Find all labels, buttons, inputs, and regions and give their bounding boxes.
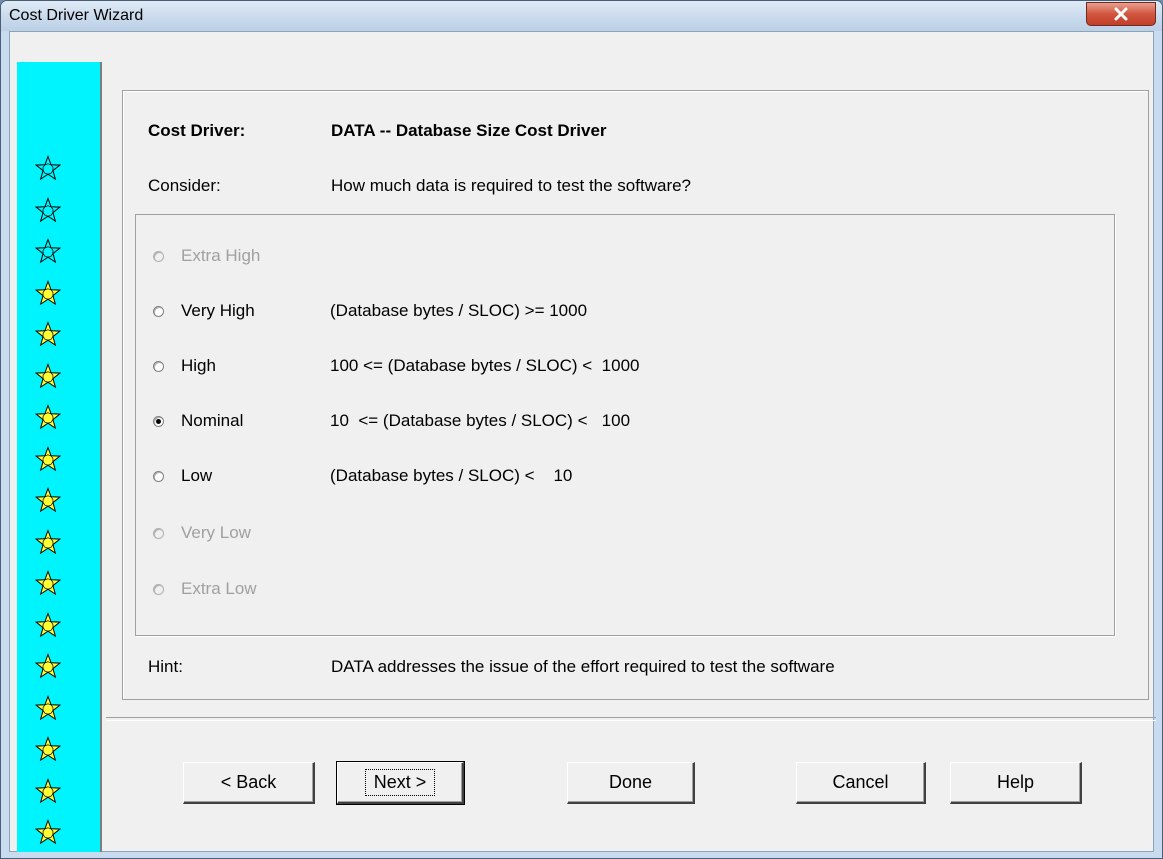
- star-todo-icon: [35, 819, 61, 845]
- rating-radio-nominal[interactable]: [153, 416, 164, 427]
- cancel-button-label: Cancel: [832, 772, 889, 792]
- close-icon: [1114, 7, 1128, 21]
- rating-radio-extra-low: [153, 584, 164, 595]
- star-todo-icon: [35, 487, 61, 513]
- rating-description: 100 <= (Database bytes / SLOC) < 1000: [330, 356, 640, 375]
- rating-label[interactable]: High: [181, 356, 216, 376]
- star-todo-icon: [35, 445, 61, 471]
- star-todo-icon: [35, 570, 61, 596]
- next-button[interactable]: Next >: [336, 761, 465, 805]
- next-button-label: Next >: [364, 769, 436, 796]
- rating-radio-extra-high: [153, 251, 164, 262]
- rating-label: Very Low: [181, 523, 251, 542]
- star-todo-icon: [35, 736, 61, 762]
- rating-label[interactable]: Low: [181, 466, 212, 486]
- rating-label: Extra Low: [181, 579, 257, 598]
- done-button-label: Done: [608, 772, 653, 792]
- window-title: Cost Driver Wizard: [9, 7, 144, 24]
- rating-radio-very-low: [153, 528, 164, 539]
- hint-label: Hint:: [148, 657, 183, 676]
- rating-label[interactable]: Very High: [181, 301, 255, 321]
- rating-label: Extra High: [181, 246, 261, 265]
- star-todo-icon: [35, 653, 61, 679]
- close-button[interactable]: [1086, 2, 1156, 26]
- star-todo-icon: [35, 694, 61, 720]
- back-button[interactable]: < Back: [183, 762, 315, 804]
- star-done-icon: [35, 196, 61, 222]
- consider-value: How much data is required to test the so…: [331, 176, 692, 195]
- title-bar[interactable]: Cost Driver Wizard: [1, 1, 1162, 31]
- button-separator: [106, 717, 1156, 721]
- rating-description: 10 <= (Database bytes / SLOC) < 100: [330, 411, 631, 430]
- radio-selected-dot: [156, 419, 161, 424]
- help-button[interactable]: Help: [950, 762, 1082, 804]
- hint-value: DATA addresses the issue of the effort r…: [331, 657, 835, 676]
- star-todo-icon: [35, 404, 61, 430]
- done-button[interactable]: Done: [567, 762, 695, 804]
- star-done-icon: [35, 155, 61, 181]
- star-todo-icon: [35, 777, 61, 803]
- progress-star-strip: [17, 62, 102, 852]
- rating-radio-high[interactable]: [153, 361, 164, 372]
- cost-driver-label: Cost Driver:: [148, 121, 246, 140]
- back-button-label: < Back: [220, 772, 277, 792]
- star-todo-icon: [35, 321, 61, 347]
- star-todo-icon: [35, 611, 61, 637]
- star-todo-icon: [35, 279, 61, 305]
- dialog-window: Cost Driver Wizard Cost Driver: DATA -- …: [0, 0, 1163, 859]
- star-done-icon: [35, 238, 61, 264]
- cost-driver-value: DATA -- Database Size Cost Driver: [331, 121, 607, 140]
- rating-description: (Database bytes / SLOC) < 10: [330, 466, 573, 485]
- star-todo-icon: [35, 528, 61, 554]
- consider-label: Consider:: [148, 176, 221, 195]
- cancel-button[interactable]: Cancel: [796, 762, 926, 804]
- rating-label[interactable]: Nominal: [181, 411, 243, 431]
- help-button-label: Help: [996, 772, 1035, 792]
- rating-radio-low[interactable]: [153, 471, 164, 482]
- rating-radio-very-high[interactable]: [153, 306, 164, 317]
- star-todo-icon: [35, 362, 61, 388]
- rating-description: (Database bytes / SLOC) >= 1000: [330, 301, 588, 320]
